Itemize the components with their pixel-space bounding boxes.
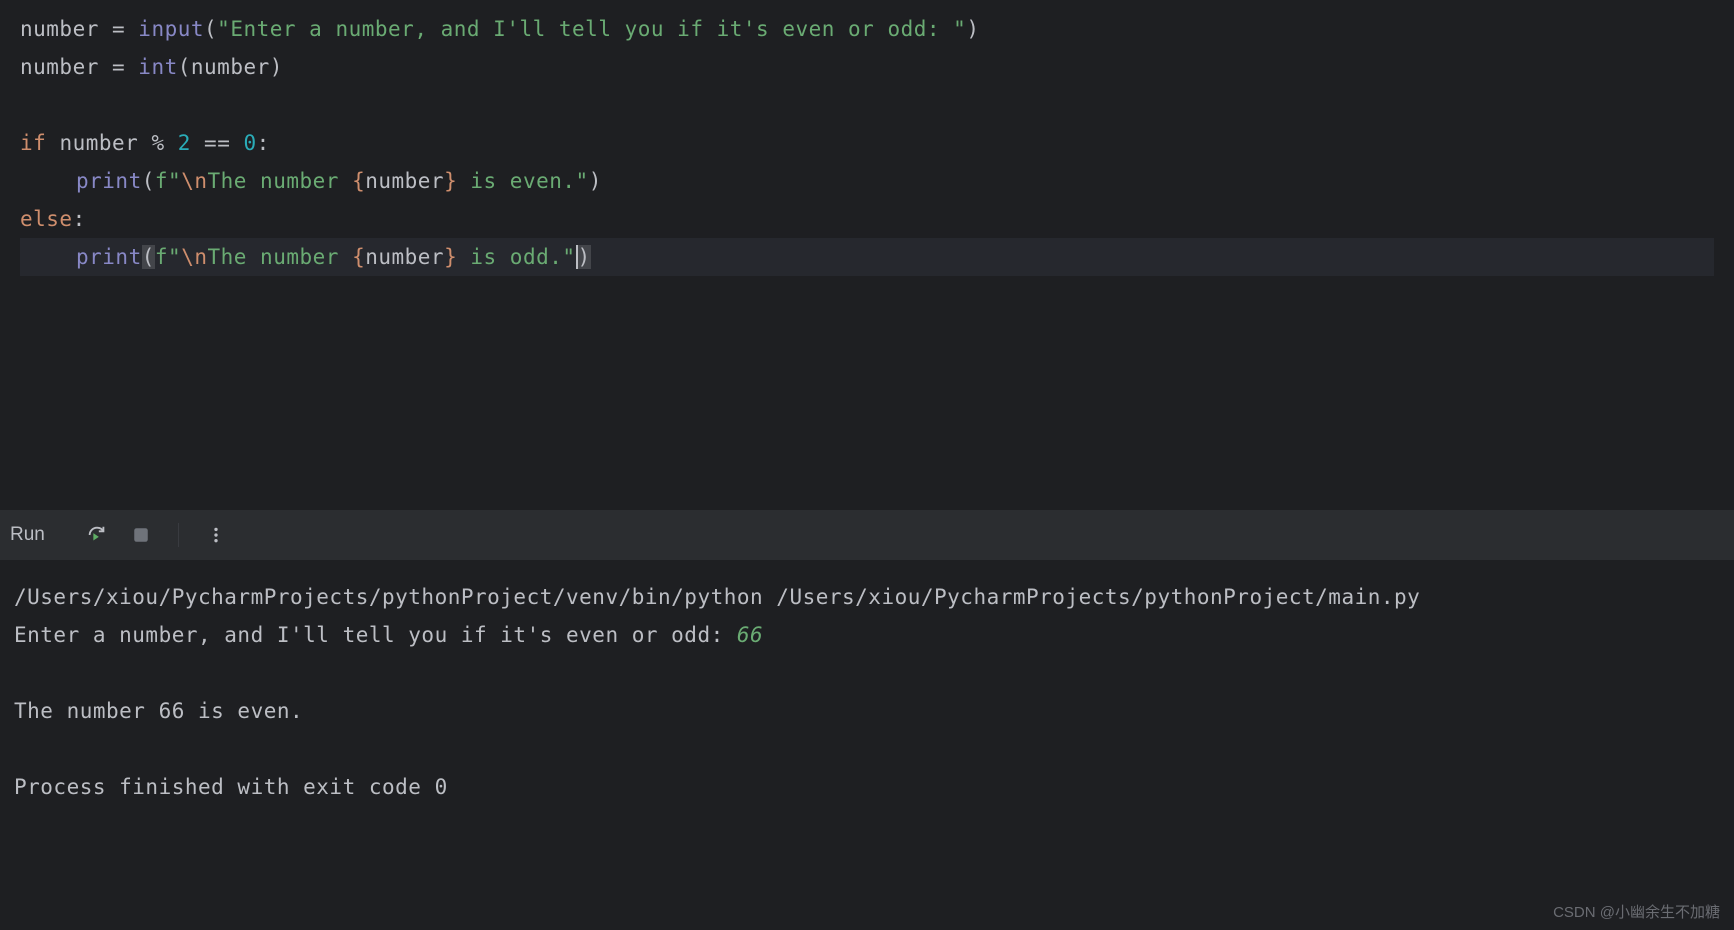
run-toolbar: Run bbox=[0, 510, 1734, 560]
console-exit-line: Process finished with exit code 0 bbox=[14, 768, 1720, 806]
more-icon[interactable] bbox=[204, 523, 228, 547]
console-output[interactable]: /Users/xiou/PycharmProjects/pythonProjec… bbox=[0, 560, 1734, 824]
console-blank bbox=[14, 654, 1720, 692]
watermark: CSDN @小幽余生不加糖 bbox=[1553, 901, 1720, 922]
code-line-4[interactable]: if number % 2 == 0: bbox=[20, 124, 1714, 162]
panel-divider[interactable] bbox=[0, 490, 1734, 510]
console-user-input: 66 bbox=[737, 623, 763, 647]
code-line-1[interactable]: number = input("Enter a number, and I'll… bbox=[20, 10, 1714, 48]
rerun-icon[interactable] bbox=[85, 523, 109, 547]
code-line-3[interactable] bbox=[20, 86, 1714, 124]
console-blank bbox=[14, 730, 1720, 768]
code-editor[interactable]: number = input("Enter a number, and I'll… bbox=[0, 0, 1734, 490]
stop-icon[interactable] bbox=[129, 523, 153, 547]
console-prompt-line: Enter a number, and I'll tell you if it'… bbox=[14, 616, 1720, 654]
console-command: /Users/xiou/PycharmProjects/pythonProjec… bbox=[14, 578, 1720, 616]
code-line-5[interactable]: print(f"\nThe number {number} is even.") bbox=[20, 162, 1714, 200]
toolbar-separator bbox=[178, 523, 179, 547]
code-line-7[interactable]: print(f"\nThe number {number} is odd.") bbox=[20, 238, 1714, 276]
code-line-2[interactable]: number = int(number) bbox=[20, 48, 1714, 86]
run-tab-label[interactable]: Run bbox=[10, 524, 45, 546]
console-output-line: The number 66 is even. bbox=[14, 692, 1720, 730]
code-line-6[interactable]: else: bbox=[20, 200, 1714, 238]
